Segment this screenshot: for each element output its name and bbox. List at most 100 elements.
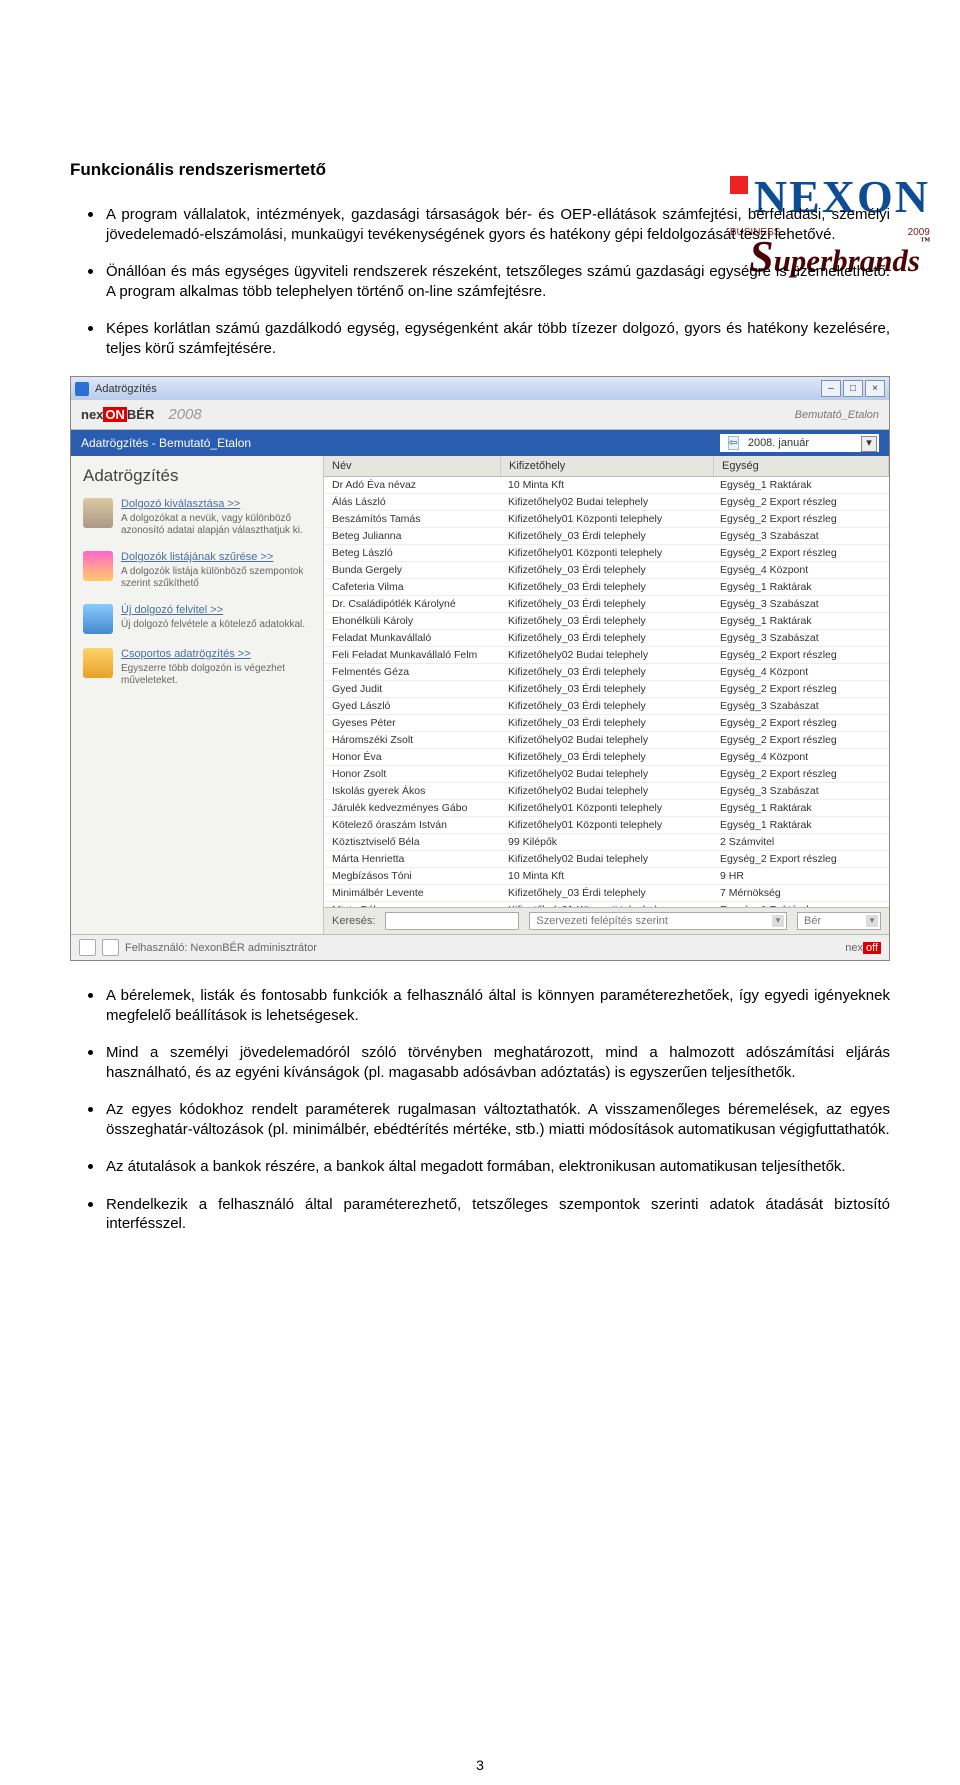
table-row[interactable]: Honor ZsoltKifizetőhely02 Budai telephel…	[324, 766, 889, 783]
module-title: Adatrögzítés - Bemutató_Etalon	[81, 436, 251, 450]
cell-payoffice: Kifizetőhely_03 Érdi telephely	[500, 749, 712, 765]
sidebar-link[interactable]: Dolgozók listájának szűrése >>	[121, 551, 313, 563]
sidebar-desc: A dolgozók listája különböző szempontok …	[121, 566, 313, 590]
table-row[interactable]: Járulék kedvezményes GáboKifizetőhely01 …	[324, 800, 889, 817]
cell-payoffice: Kifizetőhely01 Központi telephely	[500, 545, 712, 561]
cell-name: Gyed Judit	[324, 681, 500, 697]
table-row[interactable]: Beteg JuliannaKifizetőhely_03 Érdi telep…	[324, 528, 889, 545]
cell-payoffice: Kifizetőhely_03 Érdi telephely	[500, 681, 712, 697]
prev-month-button[interactable]: ⇦	[728, 436, 739, 450]
bullet-item: Mind a személyi jövedelemadóról szóló tö…	[70, 1043, 890, 1082]
close-button[interactable]: ×	[865, 380, 885, 397]
cell-payoffice: Kifizetőhely02 Budai telephely	[500, 647, 712, 663]
window-titlebar: Adatrögzítés – □ ×	[71, 377, 889, 400]
grid-footer: Keresés: Szervezeti felépítés szerint▾ B…	[324, 907, 889, 934]
cell-payoffice: Kifizetőhely_03 Érdi telephely	[500, 715, 712, 731]
minimize-button[interactable]: –	[821, 380, 841, 397]
app-year: 2008	[168, 406, 201, 423]
sidebar-desc: A dolgozókat a nevük, vagy különböző azo…	[121, 513, 313, 537]
search-input[interactable]	[385, 912, 519, 930]
table-row[interactable]: Dr Adó Éva névaz10 Minta KftEgység_1 Rak…	[324, 477, 889, 494]
cell-unit: Egység_2 Export részleg	[712, 681, 889, 697]
table-row[interactable]: Háromszéki ZsoltKifizetőhely02 Budai tel…	[324, 732, 889, 749]
app-window: Adatrögzítés – □ × nexONBÉR 2008 Bemutat…	[70, 376, 890, 961]
cell-name: Cafeteria Vilma	[324, 579, 500, 595]
col-name[interactable]: Név	[324, 456, 501, 476]
table-row[interactable]: Bunda GergelyKifizetőhely_03 Érdi teleph…	[324, 562, 889, 579]
cell-name: Beteg Julianna	[324, 528, 500, 544]
table-row[interactable]: Iskolás gyerek ÁkosKifizetőhely02 Budai …	[324, 783, 889, 800]
cell-name: Ehonélküli Károly	[324, 613, 500, 629]
cell-payoffice: Kifizetőhely_03 Érdi telephely	[500, 613, 712, 629]
table-row[interactable]: Kötelező óraszám IstvánKifizetőhely01 Kö…	[324, 817, 889, 834]
table-row[interactable]: Felmentés GézaKifizetőhely_03 Érdi telep…	[324, 664, 889, 681]
employee-grid: Név Kifizetőhely Egység Dr Adó Éva névaz…	[324, 456, 889, 934]
bullet-item: A program vállalatok, intézmények, gazda…	[70, 205, 890, 244]
cell-name: Megbízásos Tóni	[324, 868, 500, 884]
table-row[interactable]: Feli Feladat Munkavállaló FelmKifizetőhe…	[324, 647, 889, 664]
cell-name: Háromszéki Zsolt	[324, 732, 500, 748]
table-row[interactable]: Márta HenriettaKifizetőhely02 Budai tele…	[324, 851, 889, 868]
info-icon[interactable]	[102, 939, 119, 956]
cell-unit: Egység_3 Szabászat	[712, 783, 889, 799]
cell-unit: Egység_2 Export részleg	[712, 766, 889, 782]
period-selector[interactable]: ⇦ 2008. január ▾	[720, 434, 879, 452]
status-user: Felhasználó: NexonBÉR adminisztrátor	[125, 942, 317, 954]
table-row[interactable]: Minimálbér LeventeKifizetőhely_03 Érdi t…	[324, 885, 889, 902]
bullet-item: Önállóan és más egységes ügyviteli rends…	[70, 262, 890, 301]
dropdown-icon: ▾	[772, 915, 784, 927]
cell-name: Beteg László	[324, 545, 500, 561]
table-row[interactable]: Feladat MunkavállalóKifizetőhely_03 Érdi…	[324, 630, 889, 647]
table-row[interactable]: Köztisztviselő Béla99 Kilépők2 Számvitel	[324, 834, 889, 851]
cell-payoffice: Kifizetőhely01 Központi telephely	[500, 800, 712, 816]
filter-type-select[interactable]: Bér▾	[797, 912, 881, 930]
cell-name: Álás László	[324, 494, 500, 510]
cell-name: Dr Adó Éva névaz	[324, 477, 500, 493]
cell-unit: Egység_3 Szabászat	[712, 698, 889, 714]
table-row[interactable]: Ehonélküli KárolyKifizetőhely_03 Érdi te…	[324, 613, 889, 630]
table-row[interactable]: Gyed JuditKifizetőhely_03 Érdi telephely…	[324, 681, 889, 698]
cell-unit: Egység_2 Export részleg	[712, 851, 889, 867]
table-row[interactable]: Beteg LászlóKifizetőhely01 Központi tele…	[324, 545, 889, 562]
cell-name: Feladat Munkavállaló	[324, 630, 500, 646]
sidebar-heading: Adatrögzítés	[83, 466, 313, 486]
bullet-item: A bérelemek, listák és fontosabb funkció…	[70, 986, 890, 1025]
cell-unit: Egység_3 Szabászat	[712, 528, 889, 544]
table-row[interactable]: Honor ÉvaKifizetőhely_03 Érdi telephelyE…	[324, 749, 889, 766]
sidebar-link[interactable]: Új dolgozó felvitel >>	[121, 604, 305, 616]
sidebar-link[interactable]: Csoportos adatrögzítés >>	[121, 648, 313, 660]
col-unit[interactable]: Egység	[714, 456, 889, 476]
page-number: 3	[0, 1757, 960, 1773]
cell-name: Iskolás gyerek Ákos	[324, 783, 500, 799]
table-row[interactable]: Beszámítós TamásKifizetőhely01 Központi …	[324, 511, 889, 528]
table-row[interactable]: Gyeses PéterKifizetőhely_03 Érdi telephe…	[324, 715, 889, 732]
cell-payoffice: 10 Minta Kft	[500, 477, 712, 493]
cell-payoffice: Kifizetőhely02 Budai telephely	[500, 494, 712, 510]
cell-unit: Egység_2 Export részleg	[712, 545, 889, 561]
dropdown-icon[interactable]: ▾	[861, 436, 877, 452]
period-label: 2008. január	[748, 437, 809, 449]
col-payoffice[interactable]: Kifizetőhely	[501, 456, 714, 476]
bullet-item: Az átutalások a bankok részére, a bankok…	[70, 1157, 890, 1177]
cell-name: Honor Zsolt	[324, 766, 500, 782]
table-row[interactable]: Dr. Családipótlék KárolynéKifizetőhely_0…	[324, 596, 889, 613]
sidebar-link[interactable]: Dolgozó kiválasztása >>	[121, 498, 313, 510]
table-row[interactable]: Megbízásos Tóni10 Minta Kft9 HR	[324, 868, 889, 885]
cell-payoffice: 10 Minta Kft	[500, 868, 712, 884]
cell-payoffice: Kifizetőhely02 Budai telephely	[500, 783, 712, 799]
status-bar: Felhasználó: NexonBÉR adminisztrátor nex…	[71, 934, 889, 960]
help-icon[interactable]	[79, 939, 96, 956]
filter-structure-select[interactable]: Szervezeti felépítés szerint▾	[529, 912, 787, 930]
maximize-button[interactable]: □	[843, 380, 863, 397]
table-row[interactable]: Cafeteria VilmaKifizetőhely_03 Érdi tele…	[324, 579, 889, 596]
sidebar-item: Új dolgozó felvitel >>Új dolgozó felvéte…	[83, 604, 313, 634]
cell-name: Felmentés Géza	[324, 664, 500, 680]
table-row[interactable]: Gyed LászlóKifizetőhely_03 Érdi telephel…	[324, 698, 889, 715]
cell-unit: Egység_2 Export részleg	[712, 647, 889, 663]
table-row[interactable]: Álás LászlóKifizetőhely02 Budai telephel…	[324, 494, 889, 511]
cell-unit: Egység_3 Szabászat	[712, 630, 889, 646]
cell-payoffice: Kifizetőhely_03 Érdi telephely	[500, 698, 712, 714]
cell-payoffice: Kifizetőhely02 Budai telephely	[500, 766, 712, 782]
bullet-item: Képes korlátlan számú gazdálkodó egység,…	[70, 319, 890, 358]
cell-name: Dr. Családipótlék Károlyné	[324, 596, 500, 612]
